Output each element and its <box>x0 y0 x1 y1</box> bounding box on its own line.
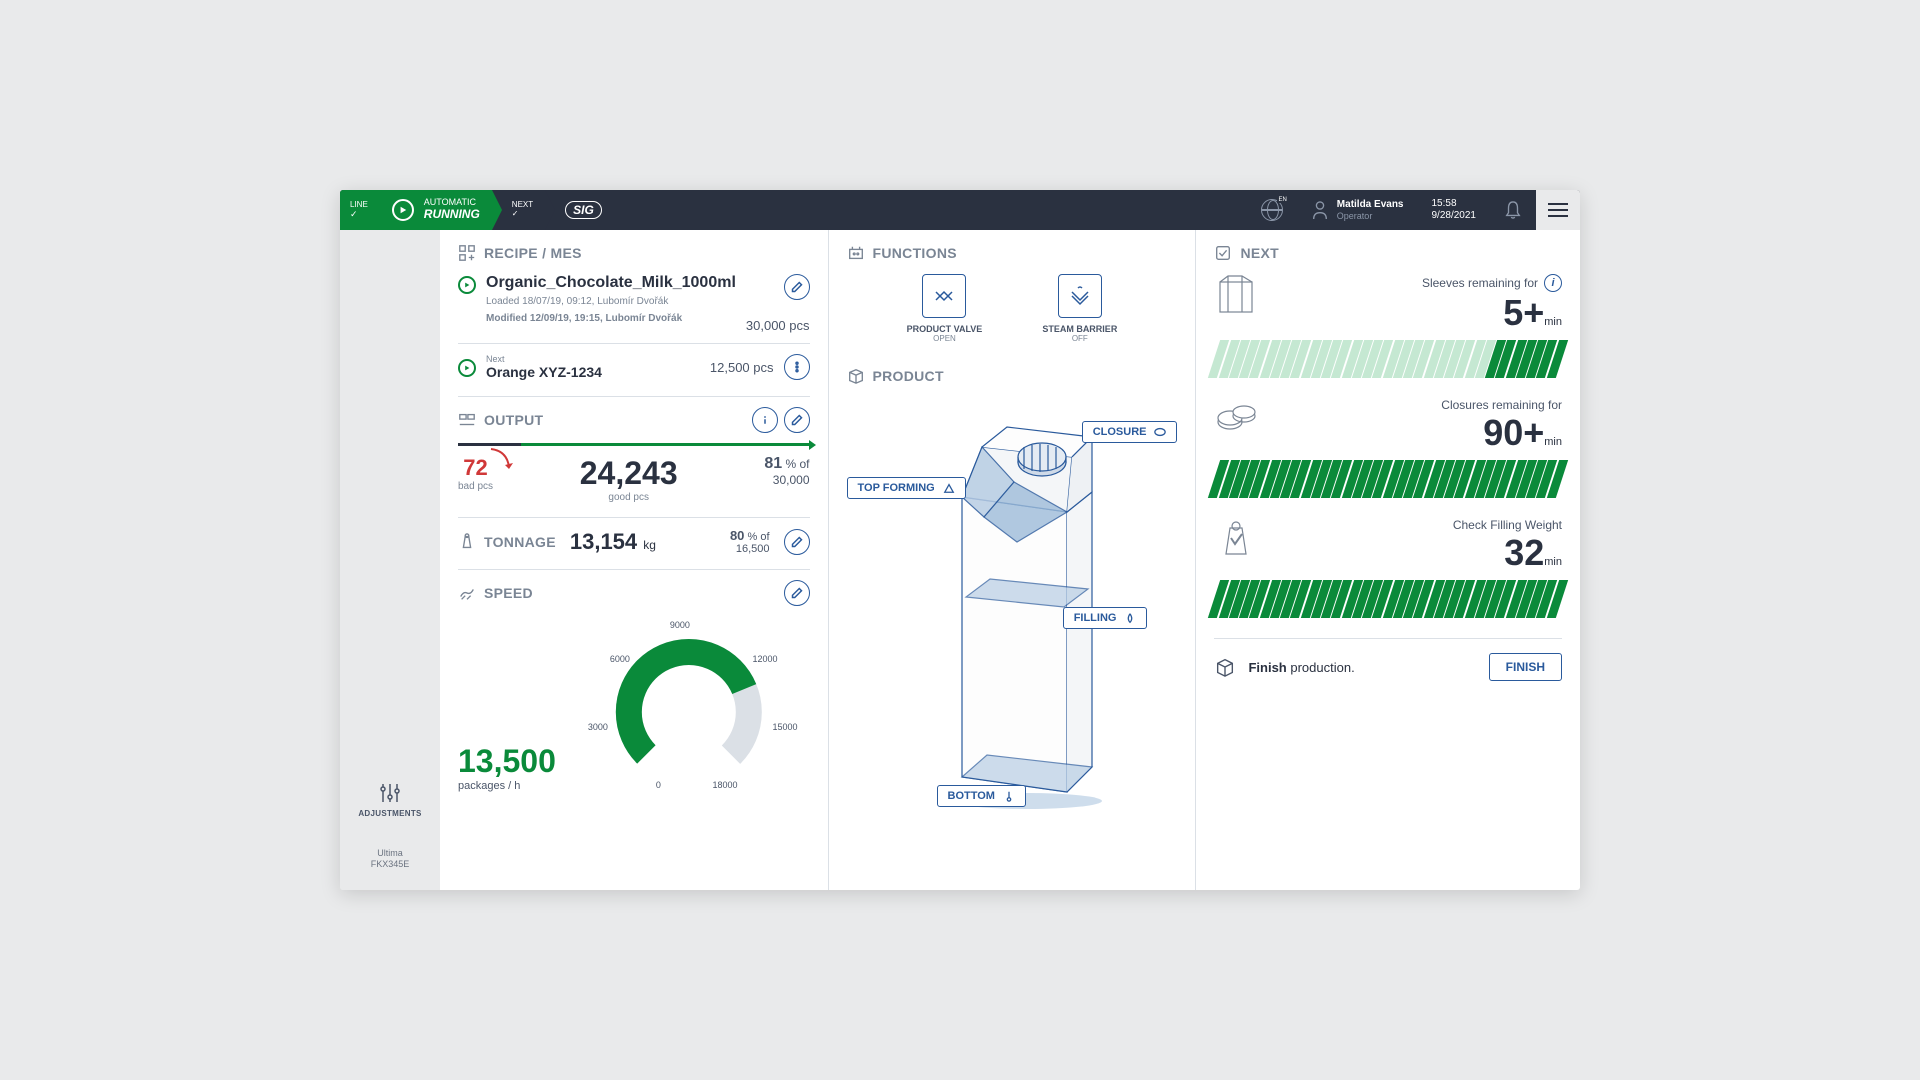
middle-column: FUNCTIONS PRODUCT VALVE OPEN STEAM BARRI… <box>828 230 1196 890</box>
recipe-modified-meta: Modified 12/09/19, 19:15, Lubomír Dvořák <box>486 312 736 326</box>
edit-recipe-button[interactable] <box>784 274 810 300</box>
user-name: Matilda Evans <box>1337 199 1404 211</box>
sliders-icon <box>378 781 402 805</box>
pencil-icon <box>791 281 803 293</box>
speed-icon <box>458 584 476 602</box>
bell-icon <box>1504 200 1522 220</box>
weight-icon <box>458 533 476 551</box>
user-info[interactable]: Matilda EvansOperator <box>1297 190 1418 230</box>
finish-button[interactable]: FINISH <box>1489 653 1562 681</box>
dots-icon <box>791 361 803 373</box>
progress-stripes <box>1214 580 1562 618</box>
pencil-icon <box>791 587 803 599</box>
package-icon <box>1214 656 1236 678</box>
pencil-icon <box>791 414 803 426</box>
cap-icon <box>1154 426 1166 438</box>
brand-logo: SIG <box>545 190 616 230</box>
closure-tag[interactable]: CLOSURE <box>1082 421 1178 443</box>
next-section-title: NEXT <box>1214 244 1562 262</box>
recipe-section-title: RECIPE / MES <box>458 244 810 262</box>
recipe-icon <box>458 244 476 262</box>
output-section-title: OUTPUT <box>458 411 543 429</box>
next-item-icon <box>1214 398 1258 442</box>
next-recipe-name: Orange XYZ-1234 <box>486 364 700 380</box>
play-icon <box>392 199 414 221</box>
info-icon[interactable]: i <box>1544 274 1562 292</box>
output-percent: 81 % of 30,000 <box>764 455 809 487</box>
next-recipe-menu-button[interactable] <box>784 354 810 380</box>
speed-gauge: 0 3000 6000 9000 12000 15000 18000 <box>568 612 810 792</box>
box-icon <box>847 367 865 385</box>
run-status[interactable]: AUTOMATICRUNNING <box>374 190 492 230</box>
next-item-0: Sleeves remaining fori 5+min <box>1214 274 1562 378</box>
right-column: NEXT Sleeves remaining fori 5+min Closur… <box>1195 230 1580 890</box>
clock: 15:589/28/2021 <box>1418 190 1491 230</box>
tonnage-value: 13,154 kg <box>570 529 656 555</box>
next-recipe-qty: 12,500 pcs <box>710 360 774 375</box>
good-pieces: 24,243 good pcs <box>580 455 678 503</box>
tonnage-edit-button[interactable] <box>784 529 810 555</box>
current-recipe-qty: 30,000 pcs <box>746 318 810 333</box>
bottom-tag[interactable]: BOTTOM <box>937 785 1026 807</box>
tonnage-percent: 80 % of 16,500 <box>670 528 770 555</box>
adjustments-button[interactable]: ADJUSTMENTS <box>358 809 421 818</box>
globe-icon: EN <box>1261 199 1283 221</box>
speed-value: 13,500 packages / h <box>458 743 556 792</box>
functions-icon <box>847 244 865 262</box>
steam-icon <box>1068 284 1092 308</box>
finish-text: Finish production. <box>1248 660 1476 675</box>
check-icon <box>1214 244 1232 262</box>
info-icon <box>759 414 771 426</box>
menu-button[interactable] <box>1536 190 1580 230</box>
speed-section-title: SPEED <box>458 584 533 602</box>
product-valve-function[interactable]: PRODUCT VALVE OPEN <box>907 274 983 343</box>
progress-stripes <box>1214 460 1562 498</box>
next-item-icon <box>1214 518 1258 562</box>
gable-icon <box>943 482 955 494</box>
header: LINE✓ AUTOMATICRUNNING NEXT✓ SIG EN Mati… <box>340 190 1580 230</box>
product-section-title: PRODUCT <box>847 367 1178 385</box>
machine-label: UltimaFKX345E <box>371 848 410 870</box>
output-icon <box>458 411 476 429</box>
user-icon <box>1311 200 1329 220</box>
steam-barrier-function[interactable]: STEAM BARRIER OFF <box>1042 274 1117 343</box>
next-item-2: Check Filling Weight 32min <box>1214 518 1562 618</box>
filling-tag[interactable]: FILLING <box>1063 607 1148 629</box>
notifications-button[interactable] <box>1490 190 1536 230</box>
hamburger-icon <box>1548 203 1568 217</box>
current-recipe-name: Organic_Chocolate_Milk_1000ml <box>486 274 736 292</box>
next-item-1: Closures remaining for 90+min <box>1214 398 1562 498</box>
left-column: RECIPE / MES Organic_Chocolate_Milk_1000… <box>440 230 828 890</box>
valve-icon <box>932 284 956 308</box>
tonnage-section-title: TONNAGE <box>458 533 556 551</box>
sidebar: ADJUSTMENTS UltimaFKX345E <box>340 230 440 890</box>
next-status: NEXT✓ <box>492 190 545 230</box>
top-forming-tag[interactable]: TOP FORMING <box>847 477 966 499</box>
language-selector[interactable]: EN <box>1247 190 1297 230</box>
output-info-button[interactable] <box>752 407 778 433</box>
thermo-icon <box>1003 790 1015 802</box>
speed-edit-button[interactable] <box>784 580 810 606</box>
next-item-icon <box>1214 274 1258 318</box>
product-illustration: CLOSURE TOP FORMING FILLING BOTTOM <box>847 397 1178 817</box>
functions-section-title: FUNCTIONS <box>847 244 1178 262</box>
line-status: LINE✓ <box>340 190 374 230</box>
play-icon <box>458 276 476 294</box>
bad-pieces: 72 bad pcs <box>458 455 493 492</box>
drop-icon <box>1124 612 1136 624</box>
output-edit-button[interactable] <box>784 407 810 433</box>
pencil-icon <box>791 536 803 548</box>
progress-stripes <box>1214 340 1562 378</box>
user-role: Operator <box>1337 211 1404 222</box>
play-icon <box>458 359 476 377</box>
recipe-loaded-meta: Loaded 18/07/19, 09:12, Lubomír Dvořák <box>486 295 736 309</box>
